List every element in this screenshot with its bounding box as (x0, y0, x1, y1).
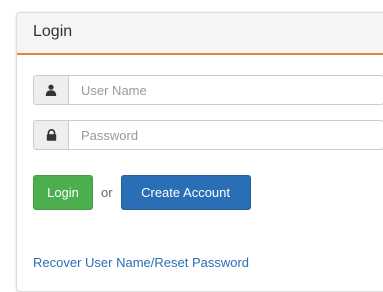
recover-credentials-link[interactable]: Recover User Name/Reset Password (33, 255, 249, 270)
password-input-group (33, 120, 383, 150)
lock-icon (33, 120, 69, 150)
username-input-group (33, 75, 383, 105)
panel-title: Login (33, 23, 73, 40)
user-icon (33, 75, 69, 105)
login-button[interactable]: Login (33, 175, 93, 210)
panel-heading: Login (17, 13, 383, 55)
password-input[interactable] (69, 120, 383, 150)
or-separator: or (101, 185, 113, 200)
create-account-button[interactable]: Create Account (120, 175, 251, 210)
username-input[interactable] (69, 75, 383, 105)
login-panel: Login Login or Create Account Recover Us… (16, 12, 383, 292)
form-actions: Login or Create Account (33, 175, 251, 210)
